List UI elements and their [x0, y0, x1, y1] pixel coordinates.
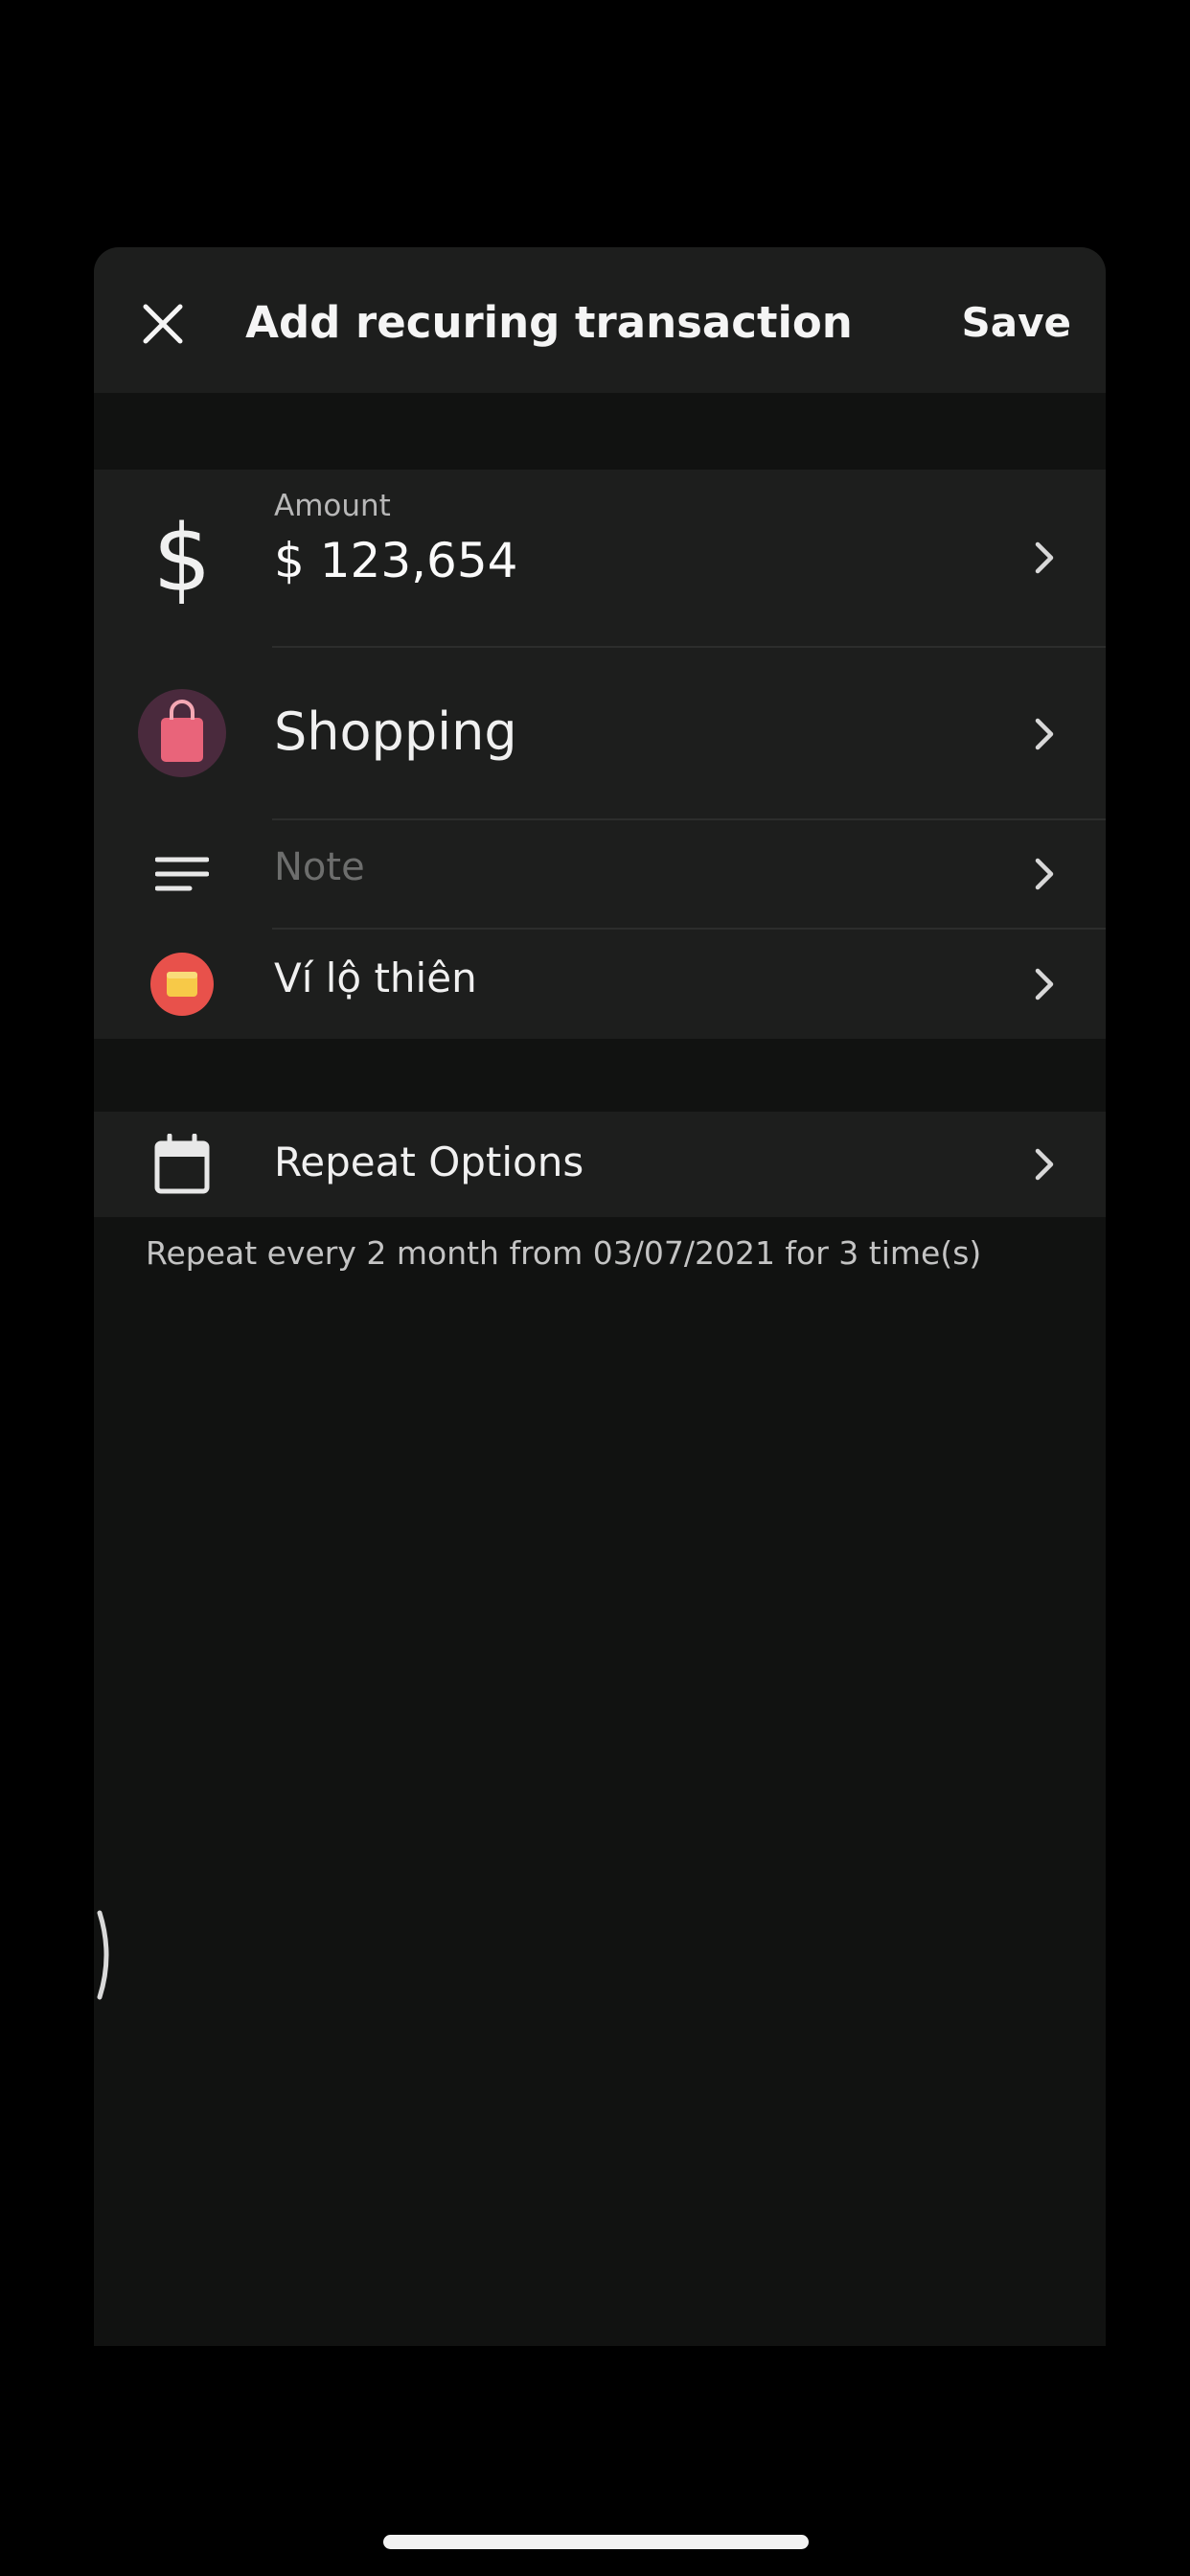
save-button[interactable]: Save: [962, 289, 1071, 356]
note-lines-icon: [155, 857, 209, 891]
amount-value: $ 123,654: [274, 533, 518, 588]
repeat-options-row[interactable]: Repeat Options: [94, 1112, 1106, 1217]
note-input[interactable]: Note: [274, 845, 365, 889]
home-indicator[interactable]: [383, 2535, 809, 2549]
amount-row[interactable]: $ Amount $ 123,654: [94, 470, 1106, 646]
svg-text:$: $: [152, 510, 211, 606]
close-icon: [143, 304, 183, 344]
amount-label: Amount: [274, 489, 391, 523]
repeat-options-label: Repeat Options: [274, 1138, 584, 1185]
note-row[interactable]: Note: [94, 820, 1106, 928]
transaction-details-group: $ Amount $ 123,654 Shopping Note Ví lộ t…: [94, 470, 1106, 1039]
wallet-icon: [150, 953, 214, 1016]
chevron-right-icon: [1035, 541, 1054, 574]
page-title: Add recuring transaction: [245, 297, 853, 348]
sheet-header: Add recuring transaction Save: [94, 247, 1106, 393]
chevron-right-icon: [1035, 1148, 1054, 1181]
category-row[interactable]: Shopping: [94, 648, 1106, 818]
chevron-right-icon: [1035, 718, 1054, 750]
wallet-row[interactable]: Ví lộ thiên: [94, 930, 1106, 1039]
calendar-icon: [154, 1134, 210, 1194]
repeat-options-group: Repeat Options: [94, 1112, 1106, 1217]
wallet-label: Ví lộ thiên: [274, 954, 477, 1001]
chevron-right-icon: [1035, 968, 1054, 1000]
shopping-bag-icon: [138, 689, 226, 777]
dollar-icon: $: [152, 510, 211, 606]
chevron-right-icon: [1035, 858, 1054, 890]
repeat-summary: Repeat every 2 month from 03/07/2021 for…: [146, 1234, 982, 1272]
category-label: Shopping: [274, 702, 517, 762]
add-recurring-transaction-sheet: Add recuring transaction Save $ Amount $…: [94, 247, 1106, 2346]
scroll-edge-indicator: [97, 1910, 109, 2000]
close-button[interactable]: [140, 301, 186, 347]
